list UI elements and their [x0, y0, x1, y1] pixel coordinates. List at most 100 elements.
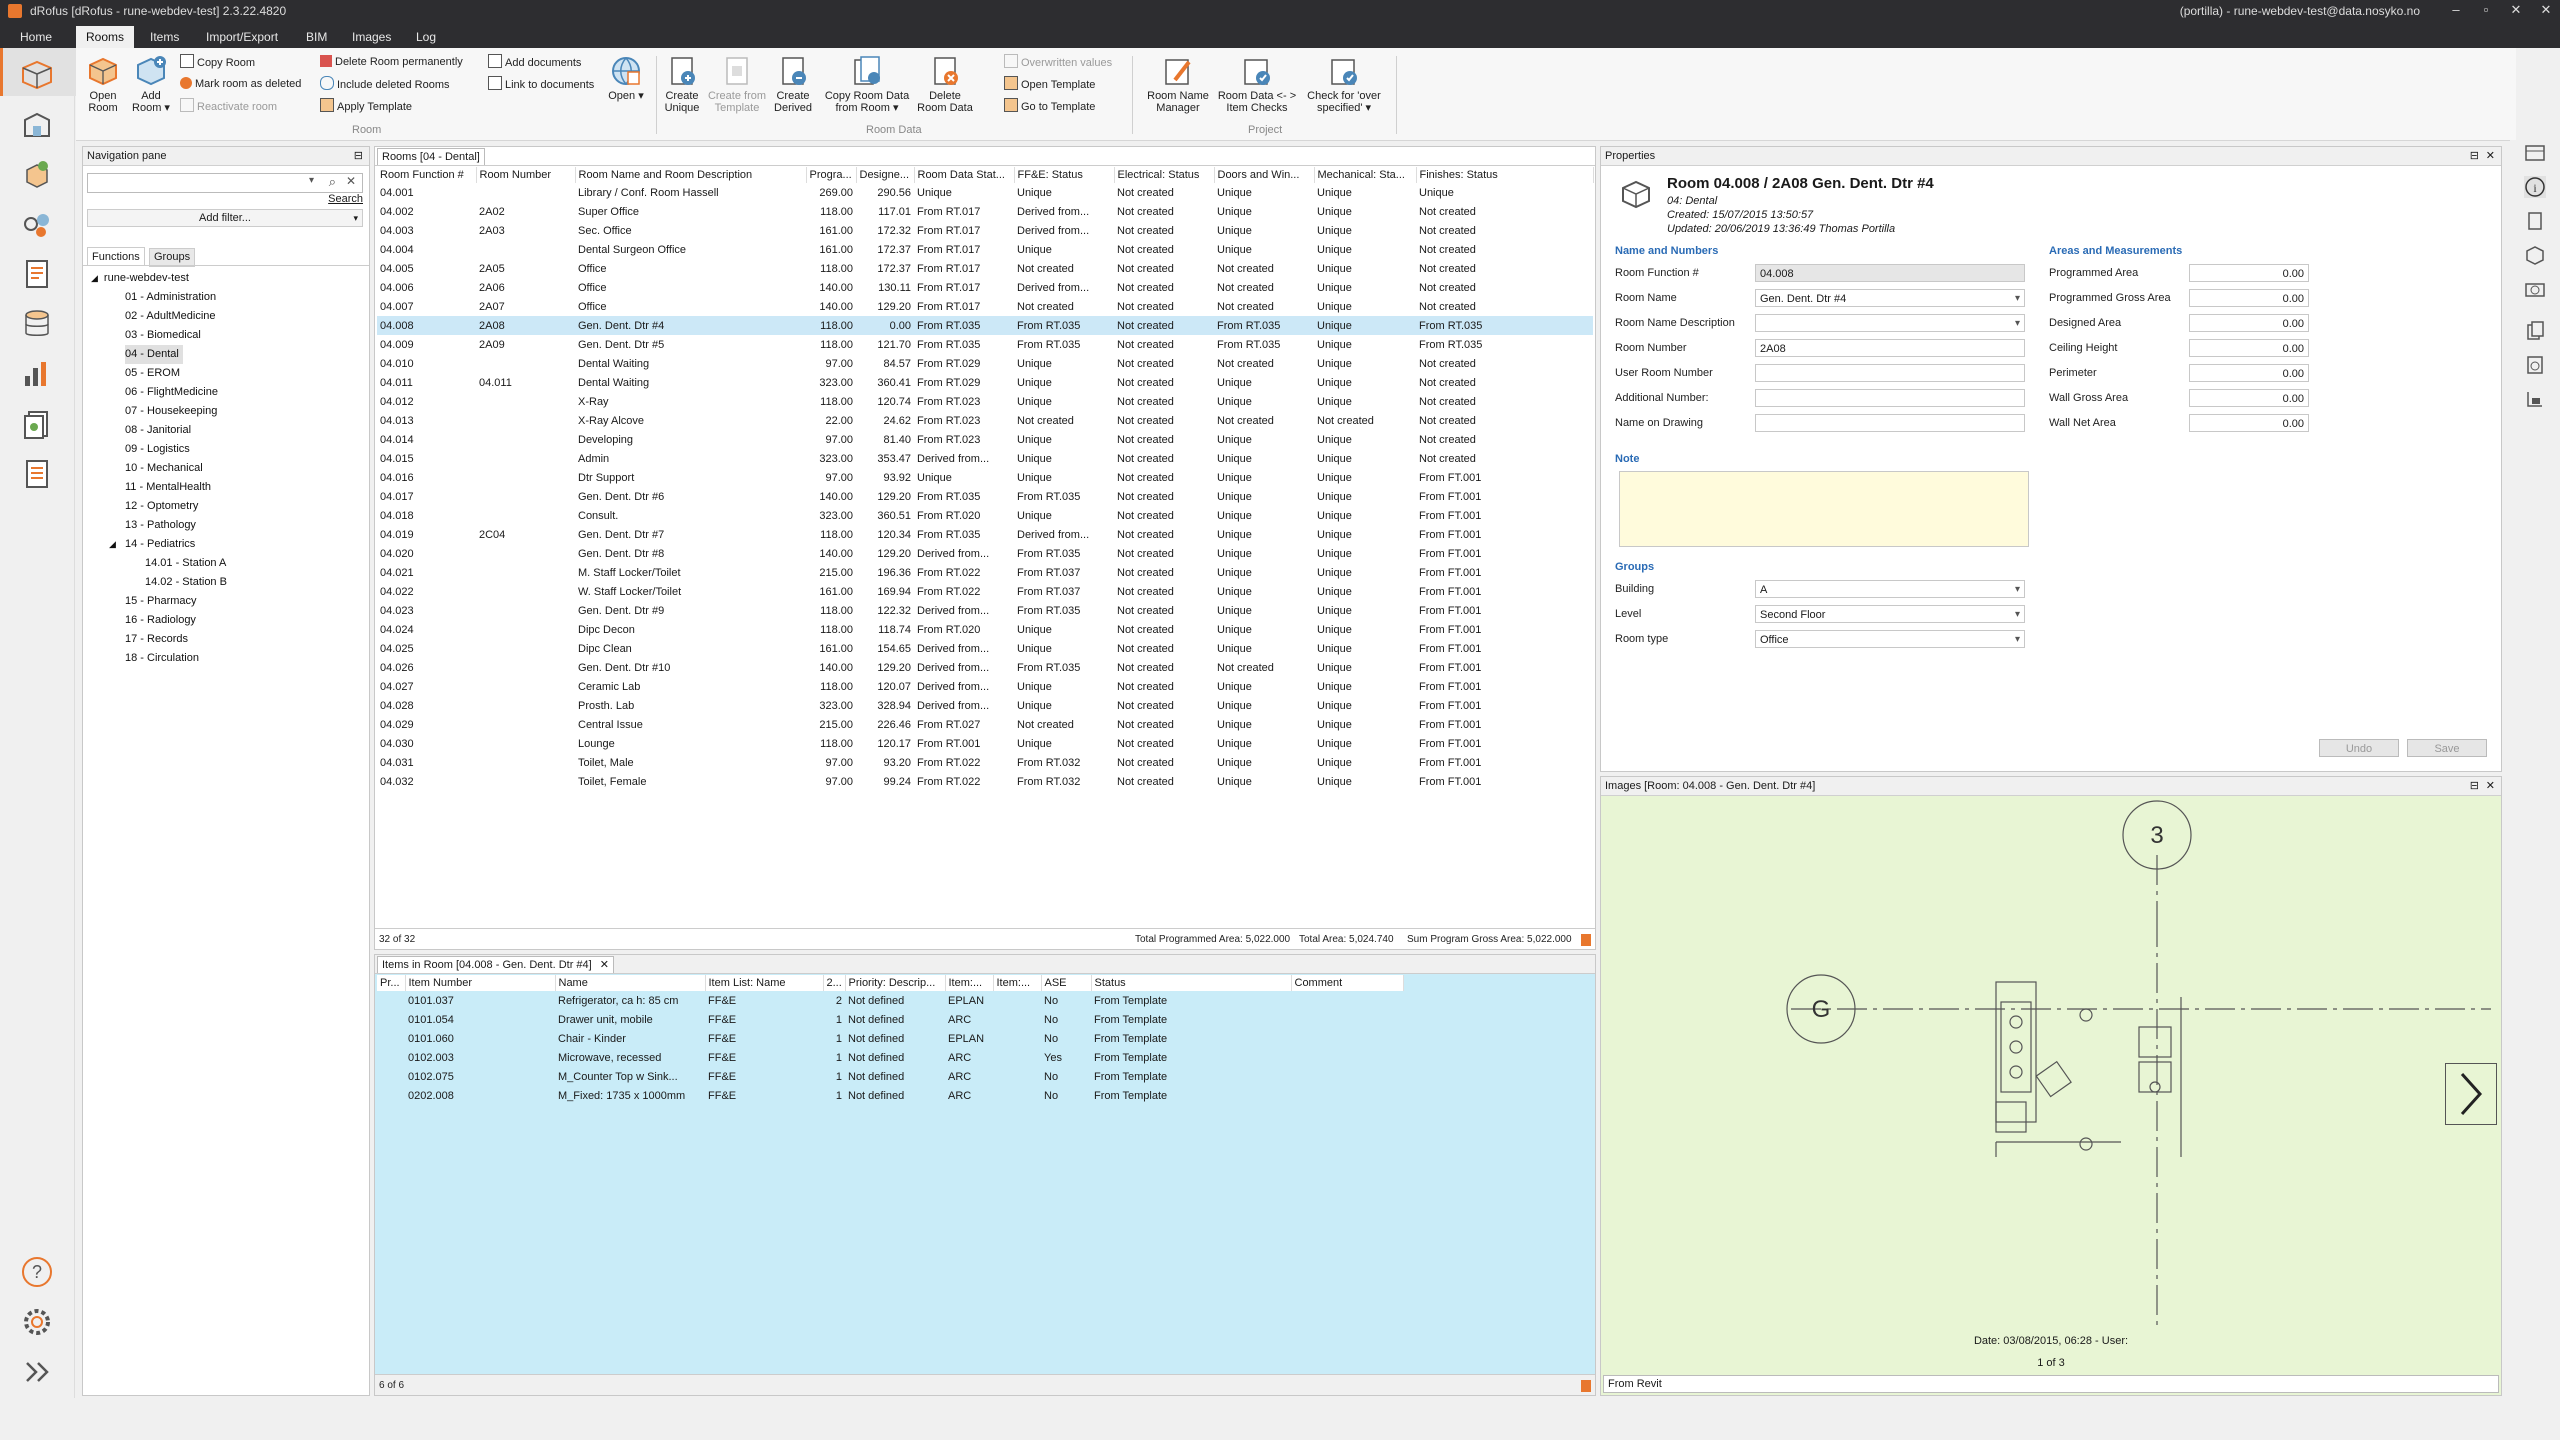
column-header[interactable]: 2... [823, 975, 846, 991]
overwritten-values-button[interactable]: Overwritten values [1004, 54, 1112, 70]
column-header[interactable]: Item Number [405, 975, 556, 991]
tree-item-selected[interactable]: 04 - Dental [125, 345, 183, 364]
tree-item[interactable]: 02 - AdultMedicine [125, 307, 227, 326]
apply-template-button[interactable]: Apply Template [320, 98, 412, 114]
table-row[interactable]: 04.030 Lounge 118.00 120.17 From RT.001 Uniqu… [377, 734, 1593, 753]
check-over-specified-button[interactable]: Check for 'over specified' ▾ [1302, 54, 1386, 114]
document-icon[interactable] [2524, 210, 2546, 232]
tree-item[interactable]: 01 - Administration [125, 288, 227, 307]
table-row[interactable]: 04.029 Central Issue 215.00 226.46 From RT.0… [377, 715, 1593, 734]
tab-log[interactable]: Log [406, 26, 446, 48]
column-header[interactable]: Room Number [476, 167, 576, 183]
tree-subitem[interactable]: 14.01 - Station A [125, 554, 227, 573]
column-header[interactable]: ASE [1041, 975, 1092, 991]
column-header[interactable]: Status [1091, 975, 1292, 991]
programmed-gross-area-input[interactable]: 0.00 [2189, 289, 2309, 307]
cube-icon[interactable] [2524, 244, 2546, 266]
table-row[interactable]: 04.016 Dtr Support 97.00 93.92 Unique Unique N… [377, 468, 1593, 487]
table-row[interactable]: 04.026 Gen. Dent. Dtr #10 140.00 129.20 Deri… [377, 658, 1593, 677]
table-row[interactable]: 04.017 Gen. Dent. Dtr #6 140.00 129.20 From … [377, 487, 1593, 506]
table-row[interactable]: 04.025 Dipc Clean 161.00 154.65 Derived from… [377, 639, 1593, 658]
tab-items[interactable]: Items [140, 26, 189, 48]
table-row[interactable]: 0101.060 Chair - Kinder FF&E 1 Not defined EP… [377, 1029, 1403, 1048]
table-row[interactable]: 04.031 Toilet, Male 97.00 93.20 From RT.022 F… [377, 753, 1593, 772]
documents-module-icon[interactable] [19, 256, 55, 292]
table-row[interactable]: 04.003 2A03 Sec. Office 161.00 172.32 From RT… [377, 221, 1593, 240]
column-header[interactable]: Item:... [945, 975, 994, 991]
wall-gross-area-input[interactable]: 0.00 [2189, 389, 2309, 407]
include-deleted-button[interactable]: Include deleted Rooms [320, 76, 450, 92]
wall-net-area-input[interactable]: 0.00 [2189, 414, 2309, 432]
rooms-tab[interactable]: Rooms [04 - Dental] [377, 148, 485, 166]
column-header[interactable]: Priority: Descrip... [845, 975, 946, 991]
search-link[interactable]: Search [328, 193, 363, 205]
tab-images[interactable]: Images [342, 26, 401, 48]
table-row[interactable]: 04.014 Developing 97.00 81.40 From RT.023 Uni… [377, 430, 1593, 449]
table-row[interactable]: 04.022 W. Staff Locker/Toilet 161.00 169.94… [377, 582, 1593, 601]
tab-functions[interactable]: Functions [87, 247, 145, 266]
name-on-drawing-input[interactable] [1755, 414, 2025, 432]
tree-item[interactable]: 17 - Records [125, 630, 227, 649]
table-row[interactable]: 04.021 M. Staff Locker/Toilet 215.00 196.36… [377, 563, 1593, 582]
tree-item[interactable]: 16 - Radiology [125, 611, 227, 630]
table-row[interactable]: 04.028 Prosth. Lab 323.00 328.94 Derived fro… [377, 696, 1593, 715]
table-row[interactable]: 04.010 Dental Waiting 97.00 84.57 From RT.02… [377, 354, 1593, 373]
pin-icon[interactable]: ⊟ [2470, 777, 2479, 795]
copy-room-data-button[interactable]: Copy Room Data from Room ▾ [820, 54, 914, 114]
table-row[interactable]: 04.005 2A05 Office 118.00 172.37 From RT.017 N… [377, 259, 1593, 278]
table-row[interactable]: 04.007 2A07 Office 140.00 129.20 From RT.017 N… [377, 297, 1593, 316]
close-tab-icon[interactable]: ✕ [600, 959, 609, 971]
export-icon[interactable] [1581, 1380, 1591, 1392]
column-header[interactable]: Item List: Name [705, 975, 824, 991]
rooms-module-icon[interactable] [19, 56, 55, 92]
column-header[interactable]: Room Data Stat... [914, 167, 1015, 183]
maximize-icon[interactable]: ▫ [2474, 2, 2498, 17]
tree-item[interactable]: 10 - Mechanical [125, 459, 227, 478]
clear-search-icon[interactable]: ✕ [346, 174, 356, 188]
add-filter-button[interactable]: Add filter... ▾ [87, 209, 363, 227]
layout-icon[interactable] [2524, 142, 2546, 164]
help-icon[interactable]: ? [19, 1254, 55, 1290]
building-module-icon[interactable] [19, 106, 55, 142]
room-name-select[interactable]: Gen. Dent. Dtr #4 [1755, 289, 2025, 308]
user-room-number-input[interactable] [1755, 364, 2025, 382]
table-row[interactable]: 0101.037 Refrigerator, ca h: 85 cm FF&E 2 No… [377, 991, 1403, 1010]
table-row[interactable]: 0202.008 M_Fixed: 1735 x 1000mm FF&E 1 Not d… [377, 1086, 1403, 1105]
items-tab[interactable]: Items in Room [04.008 - Gen. Dent. Dtr #… [377, 956, 614, 974]
copy-room-button[interactable]: Copy Room [180, 54, 255, 70]
tree-subitem[interactable]: 14.02 - Station B [125, 573, 227, 592]
tree-item[interactable]: 03 - Biomedical [125, 326, 227, 345]
files-icon[interactable] [2524, 320, 2546, 342]
tree-item[interactable]: 09 - Logistics [125, 440, 227, 459]
search-icon[interactable]: ⌕ [329, 174, 336, 190]
tab-bim[interactable]: BIM [296, 26, 337, 48]
column-header[interactable]: Pr... [377, 975, 406, 991]
tree-item[interactable]: 15 - Pharmacy [125, 592, 227, 611]
table-row[interactable]: 0102.075 M_Counter Top w Sink... FF&E 1 Not … [377, 1067, 1403, 1086]
table-row[interactable]: 0102.003 Microwave, recessed FF&E 1 Not defi… [377, 1048, 1403, 1067]
table-row[interactable]: 04.023 Gen. Dent. Dtr #9 118.00 122.32 Deriv… [377, 601, 1593, 620]
programmed-area-input[interactable]: 0.00 [2189, 264, 2309, 282]
go-to-template-button[interactable]: Go to Template [1004, 98, 1095, 114]
tree-item[interactable]: ◢ 14 - Pediatrics [109, 535, 227, 554]
tree-item[interactable]: 12 - Optometry [125, 497, 227, 516]
building-select[interactable]: A [1755, 580, 2025, 599]
designed-area-input[interactable]: 0.00 [2189, 314, 2309, 332]
room-number-input[interactable]: 2A08 [1755, 339, 2025, 357]
room-function-input[interactable]: 04.008 [1755, 264, 2025, 282]
column-header[interactable]: Room Name and Room Description [575, 167, 807, 183]
tab-rooms[interactable]: Rooms [76, 26, 135, 48]
settings-gear-icon[interactable] [19, 1304, 55, 1340]
tab-import-export[interactable]: Import/Export [196, 26, 288, 48]
column-header[interactable]: Comment [1291, 975, 1404, 991]
tree-item[interactable]: 18 - Circulation [125, 649, 227, 668]
delete-room-permanently-button[interactable]: Delete Room permanently [320, 54, 463, 70]
save-button[interactable]: Save [2407, 739, 2487, 757]
additional-number-input[interactable] [1755, 389, 2025, 407]
room-type-select[interactable]: Office [1755, 630, 2025, 649]
column-header[interactable]: Name [555, 975, 706, 991]
table-row[interactable]: 04.019 2C04 Gen. Dent. Dtr #7 118.00 120.34 F… [377, 525, 1593, 544]
tree-item[interactable]: 08 - Janitorial [125, 421, 227, 440]
nav-search-input[interactable]: ▾ ⌕ ✕ [87, 173, 363, 193]
delete-room-data-button[interactable]: Delete Room Data [916, 54, 974, 114]
